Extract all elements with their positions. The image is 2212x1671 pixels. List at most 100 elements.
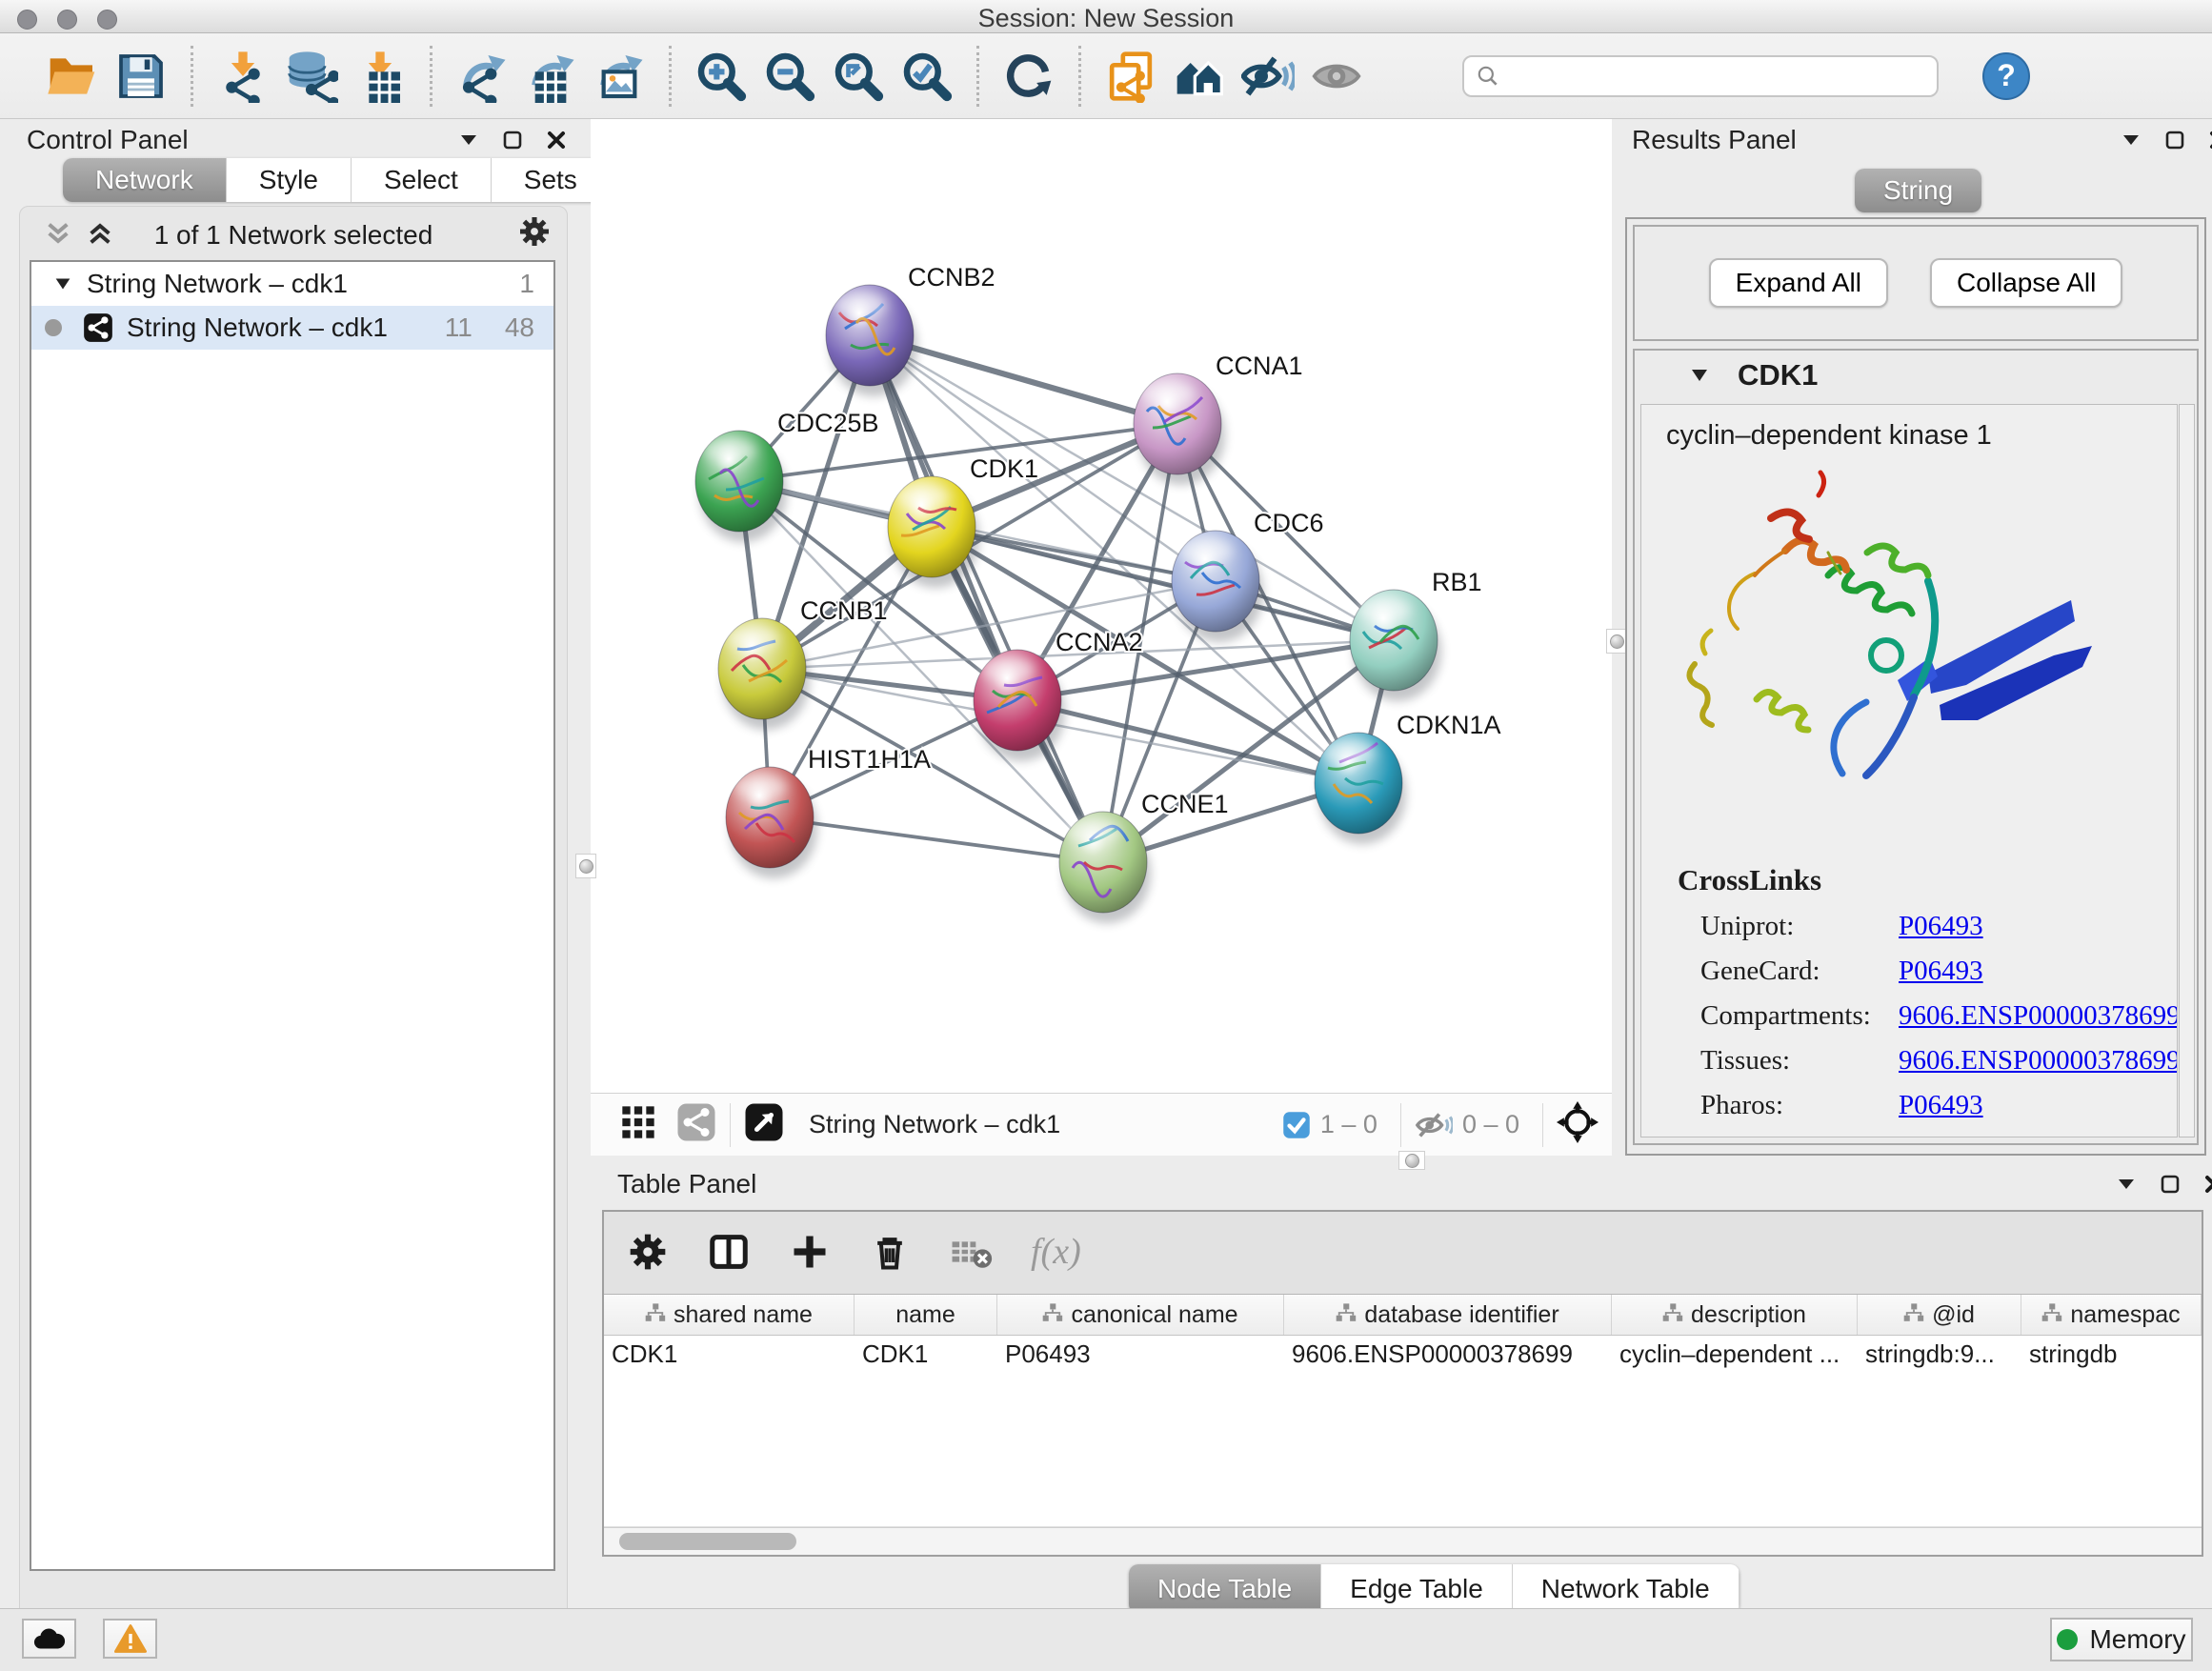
memory-button[interactable]: Memory <box>2050 1618 2193 1661</box>
zoom-out-button[interactable] <box>755 45 824 108</box>
results-scrollbar[interactable] <box>2179 404 2195 1137</box>
open-session-icon <box>46 50 99 103</box>
column-type-icon <box>2041 1301 2062 1329</box>
column-header-namespac[interactable]: namespac <box>2021 1295 2202 1335</box>
memory-status-dot <box>2057 1629 2078 1650</box>
crosslink-link[interactable]: P06493 <box>1899 1090 1983 1121</box>
table-settings-gear-icon[interactable] <box>627 1231 669 1273</box>
add-column-icon[interactable] <box>789 1231 831 1273</box>
import-table-from-file-button[interactable] <box>346 45 414 108</box>
tab-network-table[interactable]: Network Table <box>1513 1564 1739 1614</box>
column-header-canonical-name[interactable]: canonical name <box>997 1295 1284 1335</box>
crosslink-row: Uniprot:P06493 <box>1700 911 2177 942</box>
scrollbar-thumb[interactable] <box>619 1533 796 1550</box>
hide-selected-button[interactable] <box>1234 45 1302 108</box>
column-header--id[interactable]: @id <box>1858 1295 2021 1335</box>
export-table-button[interactable] <box>516 45 585 108</box>
delete-table-icon[interactable] <box>949 1230 993 1274</box>
import-network-from-file-button[interactable] <box>209 45 277 108</box>
table-toolbar: f(x) <box>604 1212 2202 1292</box>
import-network-from-database-button[interactable] <box>277 45 346 108</box>
column-header-description[interactable]: description <box>1612 1295 1858 1335</box>
crosslinks-title: CrossLinks <box>1678 863 2177 897</box>
birds-eye-view-icon[interactable] <box>744 1102 784 1147</box>
main-toolbar: ? <box>0 33 2212 119</box>
collection-expander-icon[interactable] <box>52 273 73 294</box>
network-view-icon[interactable] <box>676 1102 716 1147</box>
network-row-selected[interactable]: String Network – cdk1 11 48 <box>31 306 553 350</box>
delete-column-icon[interactable] <box>869 1231 911 1273</box>
zoom-fit-button[interactable] <box>824 45 893 108</box>
tab-string[interactable]: String <box>1855 169 1981 212</box>
grid-view-icon[interactable] <box>619 1103 657 1146</box>
zoom-selected-button[interactable] <box>893 45 961 108</box>
open-session-button[interactable] <box>38 45 107 108</box>
export-network-button[interactable] <box>448 45 516 108</box>
table-horizontal-scrollbar[interactable] <box>604 1527 2202 1555</box>
tab-edge-table[interactable]: Edge Table <box>1321 1564 1513 1614</box>
table-cell: cyclin–dependent ... <box>1612 1339 1858 1369</box>
refresh-button[interactable] <box>995 45 1063 108</box>
help-button[interactable]: ? <box>1982 52 2030 100</box>
hidden-eye-icon[interactable] <box>1415 1106 1453 1144</box>
show-columns-icon[interactable] <box>707 1230 751 1274</box>
panel-float-icon[interactable] <box>2163 129 2186 151</box>
network-tab-panel: 1 of 1 Network selected String Network –… <box>19 206 568 1671</box>
panel-float-icon[interactable] <box>501 129 524 151</box>
search-field[interactable] <box>1462 55 1939 97</box>
toolbar-separator <box>976 46 979 107</box>
panel-collapse-icon[interactable] <box>457 129 480 151</box>
table-cell: CDK1 <box>604 1339 855 1369</box>
show-all-button[interactable] <box>1302 45 1371 108</box>
node-result-content: cyclin–dependent kinase 1 <box>1640 404 2178 1137</box>
svg-text:CCNE1: CCNE1 <box>1141 790 1229 818</box>
panel-close-icon[interactable] <box>545 129 568 151</box>
warnings-button[interactable] <box>103 1619 157 1659</box>
tab-node-table[interactable]: Node Table <box>1129 1564 1321 1614</box>
left-splitter-handle[interactable] <box>575 854 596 878</box>
network-options-gear-icon[interactable] <box>517 214 552 253</box>
panel-close-icon[interactable] <box>2207 129 2212 151</box>
panel-collapse-icon[interactable] <box>2120 129 2142 151</box>
network-canvas[interactable]: CCNB2 CCNA1 CDC25B CDK1 CDC6 <box>591 119 1612 1093</box>
column-header-shared-name[interactable]: shared name <box>604 1295 855 1335</box>
crosslink-link[interactable]: P06493 <box>1899 956 1983 987</box>
expand-all-button[interactable]: Expand All <box>1709 258 1888 308</box>
zoom-in-button[interactable] <box>687 45 755 108</box>
column-header-name[interactable]: name <box>855 1295 997 1335</box>
table-row[interactable]: CDK1CDK1P064939606.ENSP00000378699cyclin… <box>604 1336 2202 1372</box>
results-panel-window-buttons <box>2120 129 2212 151</box>
selected-count: 1 – 0 <box>1320 1110 1377 1139</box>
footer-separator <box>1542 1103 1543 1147</box>
cloud-status-button[interactable] <box>22 1619 76 1659</box>
zoom-fit-icon <box>832 50 885 103</box>
pan-target-icon[interactable] <box>1557 1101 1599 1148</box>
save-session-button[interactable] <box>107 45 175 108</box>
entry-expander-icon[interactable] <box>1688 364 1711 387</box>
search-input[interactable] <box>1500 60 1904 91</box>
crosslink-link[interactable]: 9606.ENSP00000378699 <box>1899 1045 2178 1077</box>
column-header-database-identifier[interactable]: database identifier <box>1284 1295 1612 1335</box>
function-builder-icon[interactable]: f(x) <box>1031 1231 1081 1273</box>
clone-network-button[interactable] <box>1096 45 1165 108</box>
collapse-all-button[interactable]: Collapse All <box>1930 258 2122 308</box>
crosslink-link[interactable]: P06493 <box>1899 911 1983 942</box>
network-graph[interactable]: CCNB2 CCNA1 CDC25B CDK1 CDC6 <box>591 119 1612 1093</box>
crosslink-link[interactable]: 9606.ENSP00000378699 <box>1899 1000 2178 1032</box>
network-collection-row[interactable]: String Network – cdk1 1 <box>31 262 553 306</box>
import-network-from-file-icon <box>216 50 270 103</box>
first-neighbors-button[interactable] <box>1165 45 1234 108</box>
export-image-button[interactable] <box>585 45 654 108</box>
svg-text:RB1: RB1 <box>1432 568 1482 596</box>
export-image-icon <box>593 50 646 103</box>
tab-network[interactable]: Network <box>63 158 227 202</box>
tab-style[interactable]: Style <box>227 158 352 202</box>
selected-checkbox-icon[interactable] <box>1282 1111 1311 1139</box>
crosslink-label: Uniprot: <box>1700 911 1899 942</box>
panel-float-icon[interactable] <box>2159 1173 2182 1196</box>
node-CDKN1A: CDKN1A <box>1315 711 1501 844</box>
node-result-header[interactable]: CDK1 <box>1635 351 2197 400</box>
panel-collapse-icon[interactable] <box>2115 1173 2138 1196</box>
panel-close-icon[interactable] <box>2202 1173 2212 1196</box>
tab-select[interactable]: Select <box>352 158 492 202</box>
